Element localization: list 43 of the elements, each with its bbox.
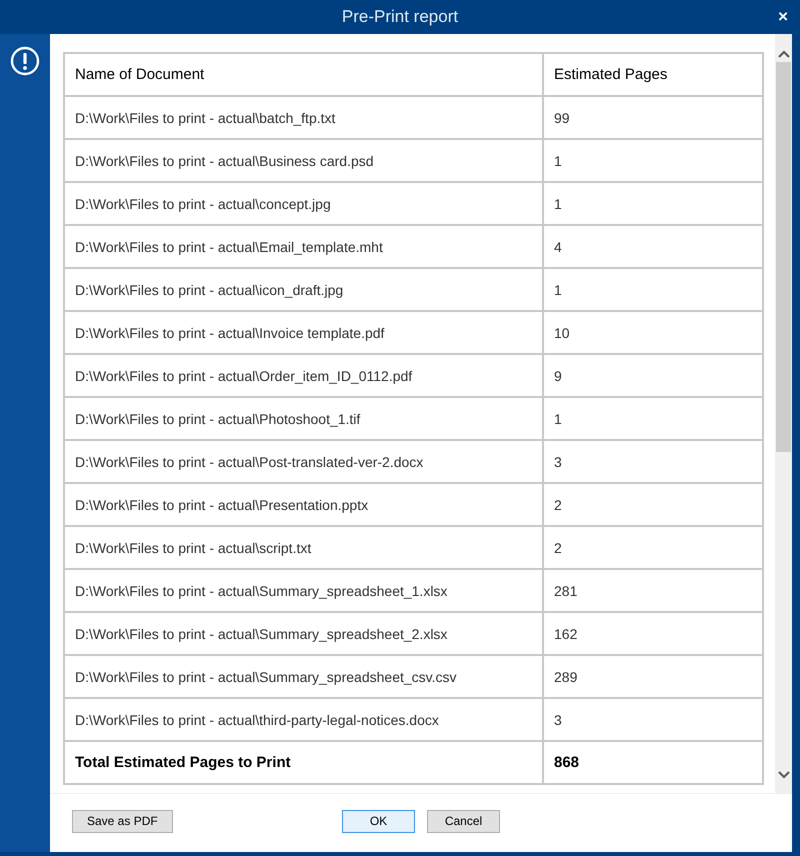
- page-count: 1: [554, 410, 562, 426]
- page-count: 1: [554, 152, 562, 168]
- document-path: D:\Work\Files to print - actual\Order_item_ID_0112.pdf: [75, 368, 412, 384]
- document-path: D:\Work\Files to print - actual\batch_ftp.txt: [75, 110, 336, 126]
- document-path: D:\Work\Files to print - actual\concept.jpg: [75, 196, 331, 212]
- dialog-button[interactable]: OK: [342, 810, 415, 832]
- scrollbar[interactable]: [775, 34, 792, 793]
- document-path: D:\Work\Files to print - actual\Invoice template.pdf: [75, 324, 384, 340]
- page-count: 289: [554, 668, 578, 684]
- page-count: 9: [554, 368, 562, 384]
- document-path: D:\Work\Files to print - actual\Email_template.mht: [75, 238, 383, 254]
- scroll-down-icon[interactable]: [778, 771, 790, 779]
- document-path: D:\Work\Files to print - actual\script.txt: [75, 540, 312, 556]
- page-count: 1: [554, 196, 562, 212]
- total-label: Total Estimated Pages to Print: [75, 754, 291, 771]
- document-path: D:\Work\Files to print - actual\Summary_spreadsheet_1.xlsx: [75, 582, 448, 598]
- window-title: Pre-Print report: [342, 7, 458, 27]
- page-count: 3: [554, 712, 562, 728]
- document-path: D:\Work\Files to print - actual\Post-translated-ver-2.docx: [75, 454, 424, 470]
- page-count: 99: [554, 110, 570, 126]
- page-count: 281: [554, 582, 578, 598]
- page-count: 10: [554, 324, 570, 340]
- document-path: D:\Work\Files to print - actual\third-party-legal-notices.docx: [75, 712, 439, 728]
- total-pages: 868: [554, 754, 580, 771]
- column-header: Name of Document: [75, 66, 204, 83]
- page-count: 2: [554, 540, 562, 556]
- document-path: D:\Work\Files to print - actual\Presentation.pptx: [75, 496, 368, 512]
- close-button[interactable]: ×: [778, 7, 788, 27]
- document-path: D:\Work\Files to print - actual\Summary_spreadsheet_csv.csv: [75, 668, 456, 684]
- dialog-button[interactable]: Save as PDF: [72, 810, 173, 832]
- page-count: 1: [554, 282, 562, 298]
- scroll-up-icon[interactable]: [778, 50, 790, 58]
- page-count: 3: [554, 454, 562, 470]
- document-path: D:\Work\Files to print - actual\Summary_spreadsheet_2.xlsx: [75, 626, 448, 642]
- column-header: Estimated Pages: [554, 66, 668, 83]
- dialog-button[interactable]: Cancel: [427, 810, 500, 832]
- alert-icon: [10, 46, 40, 76]
- page-count: 162: [554, 626, 578, 642]
- page-count: 2: [554, 496, 562, 512]
- document-path: D:\Work\Files to print - actual\icon_draft.jpg: [75, 282, 344, 298]
- document-path: D:\Work\Files to print - actual\Business card.psd: [75, 152, 374, 168]
- document-path: D:\Work\Files to print - actual\Photoshoot_1.tif: [75, 410, 360, 426]
- page-count: 4: [554, 238, 562, 254]
